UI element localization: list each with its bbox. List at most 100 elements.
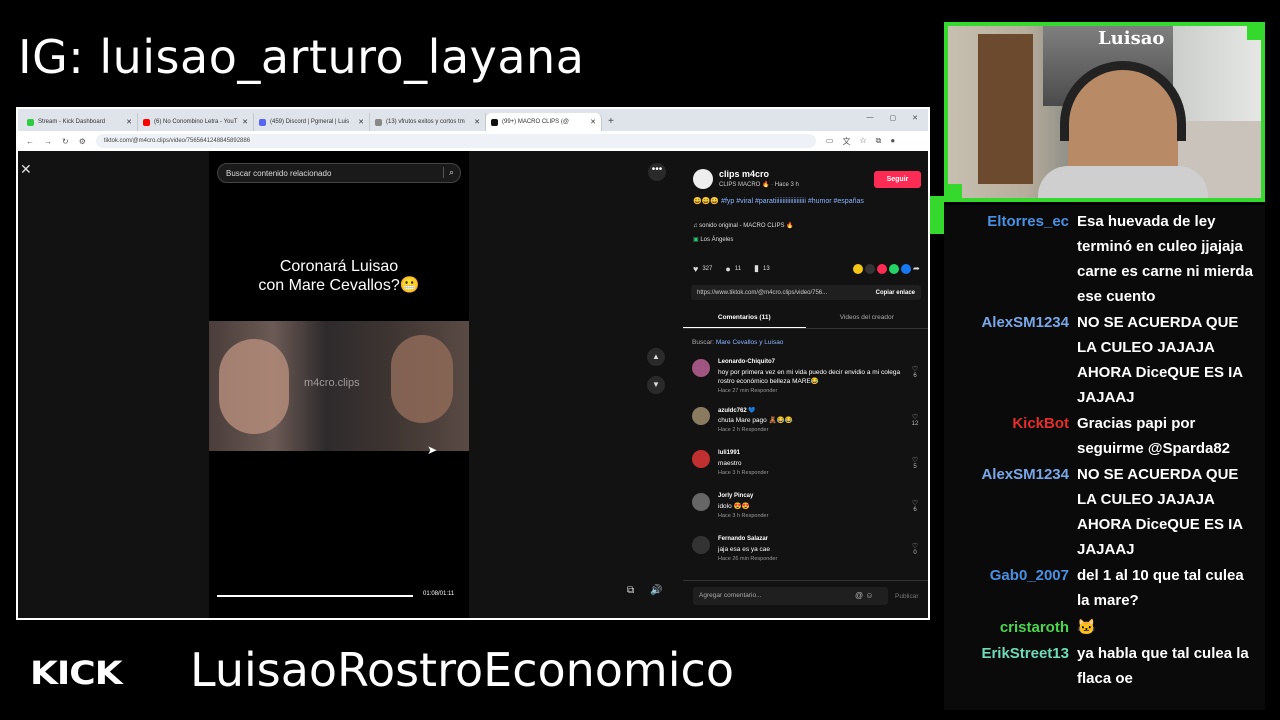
frame-corner	[948, 184, 962, 198]
commenter-avatar[interactable]	[692, 359, 710, 377]
frame-corner	[1247, 26, 1261, 40]
chat-text: Esa huevada de ley terminó en culeo jjaj…	[1077, 213, 1253, 305]
copy-link-button[interactable]: Copiar enlace	[876, 290, 921, 296]
close-tab-icon[interactable]: ✕	[474, 118, 480, 126]
comment-meta[interactable]: Hace 3 h Responder	[718, 513, 768, 519]
chat-username[interactable]: ErikStreet13	[981, 641, 1069, 666]
facebook-share-icon[interactable]	[901, 263, 911, 274]
translate-icon[interactable]: 文	[842, 136, 850, 147]
poster-lettering: Luisao	[1098, 28, 1165, 49]
whatsapp-share-icon[interactable]	[889, 263, 899, 274]
extensions-icon[interactable]: ⧉	[876, 136, 882, 147]
follow-button[interactable]: Seguir	[874, 171, 921, 188]
embed-icon[interactable]	[865, 263, 875, 274]
url-field[interactable]: tiktok.com/@m4cro.clips/video/7565641248…	[95, 134, 816, 148]
browser-tab-other[interactable]: (13) vfrutos exitos y cortos tm ✕	[370, 113, 486, 131]
video-player[interactable]: Buscar contenido relacionado ⌕ Coronará …	[209, 151, 469, 618]
comment-button[interactable]: ● 11	[725, 264, 741, 274]
comment-like[interactable]: ♡ 6	[910, 499, 920, 513]
video-time: 01:08/01:11	[423, 591, 455, 597]
forward-arrow-icon[interactable]: →	[44, 137, 52, 146]
save-button[interactable]: ▮ 13	[754, 263, 770, 274]
publish-button[interactable]: Publicar	[895, 593, 918, 600]
chat-username[interactable]: AlexSM1234	[981, 310, 1069, 335]
comment-user[interactable]: Fernando Salazar	[718, 536, 768, 542]
browser-tab-youtube[interactable]: (6) No Conombino Letra - YouT ✕	[138, 113, 254, 131]
previous-video-icon[interactable]: ▲	[647, 348, 665, 366]
like-button[interactable]: ♥ 327	[693, 264, 712, 274]
kick-favicon-icon	[27, 118, 34, 126]
chat-text: NO SE ACUERDA QUE LA CULEO JAJAJA AHORA …	[1077, 466, 1243, 558]
chat-panel: Eltorres_ec Esa huevada de ley terminó e…	[944, 205, 1265, 710]
heart-icon: ♥	[693, 263, 699, 274]
close-video-icon[interactable]: ✕	[20, 161, 32, 178]
next-video-icon[interactable]: ▼	[647, 376, 665, 394]
comment-meta[interactable]: Hace 3 h Responder	[718, 470, 768, 476]
author-name[interactable]: clips m4cro	[719, 169, 769, 179]
site-info-icon[interactable]: ⚙	[79, 137, 86, 146]
close-tab-icon[interactable]: ✕	[358, 118, 364, 126]
volume-icon[interactable]: 🔊	[650, 585, 662, 596]
commenter-avatar[interactable]	[692, 407, 710, 425]
pip-icon[interactable]: ⧉	[627, 585, 634, 596]
chat-username[interactable]: AlexSM1234	[981, 462, 1069, 487]
close-tab-icon[interactable]: ✕	[126, 118, 132, 126]
browser-tab-kick[interactable]: Stream - Kick Dashboard ✕	[22, 113, 138, 131]
search-icon[interactable]: ⌕	[442, 167, 454, 178]
reload-icon[interactable]: ↻	[62, 137, 69, 146]
commenter-avatar[interactable]	[692, 493, 710, 511]
comment-meta[interactable]: Hace 2 h Responder	[718, 427, 768, 433]
browser-tab-discord[interactable]: (459) Discord | Pgmeral | Luis ✕	[254, 113, 370, 131]
bookmark-star-icon[interactable]: ☆	[859, 136, 866, 147]
comment-icon: ●	[725, 263, 731, 274]
comment-item: Fernando Salazar jaja esa es ya cae Hace…	[692, 534, 924, 577]
chat-username[interactable]: Eltorres_ec	[987, 209, 1069, 234]
comment-text: idolo 😍😍	[718, 503, 750, 510]
chat-username[interactable]: KickBot	[1012, 411, 1069, 436]
instagram-handle: IG: luisao_arturo_layana	[18, 30, 585, 84]
comment-user[interactable]: Jorly Pincay	[718, 493, 753, 499]
add-comment-bar: Agregar comentario... @ ☺ Publicar	[683, 580, 928, 618]
search-suggestion[interactable]: Buscar: Mare Cevallos y Luisao	[692, 339, 783, 346]
minimize-icon[interactable]: —	[867, 114, 874, 122]
comment-like[interactable]: ♡ 6	[910, 365, 920, 379]
sound-link[interactable]: ♫ sonido original - MACRO CLIPS 🔥	[693, 222, 794, 229]
close-window-icon[interactable]: ✕	[912, 114, 918, 122]
comment-text: hoy por primera vez en mi vida puedo dec…	[718, 369, 901, 385]
more-options-icon[interactable]: •••	[648, 163, 666, 181]
address-bar-icons: ▭ 文 ☆ ⧉ ●	[826, 136, 895, 147]
share-arrow-icon[interactable]: ➦	[913, 263, 923, 274]
details-panel: clips m4cro CLIPS MACRO 🔥 · Hace 3 h Seg…	[683, 151, 929, 618]
maximize-icon[interactable]: ▢	[890, 114, 897, 122]
related-search-input[interactable]: Buscar contenido relacionado ⌕	[217, 163, 461, 183]
commenter-avatar[interactable]	[692, 536, 710, 554]
tab-comments[interactable]: Comentarios (11)	[683, 309, 806, 328]
profile-icon[interactable]: ●	[890, 136, 895, 147]
browser-tab-tiktok[interactable]: (99+) MACRO CLIPS (@ ✕	[486, 113, 602, 131]
back-arrow-icon[interactable]: ←	[26, 137, 34, 146]
location-tag[interactable]: ▣ Los Ángeles	[693, 236, 733, 243]
comment-meta[interactable]: Hace 26 min Responder	[718, 556, 777, 562]
author-avatar[interactable]	[693, 169, 713, 189]
comment-user[interactable]: Leonardo-Chiquito7	[718, 359, 775, 365]
close-tab-icon[interactable]: ✕	[590, 118, 596, 126]
cast-icon[interactable]: ▭	[826, 136, 834, 147]
comment-user[interactable]: luli1991	[718, 450, 740, 456]
comment-like[interactable]: ♡ 12	[910, 413, 920, 427]
commenter-avatar[interactable]	[692, 450, 710, 468]
comment-user[interactable]: azuldc762 💙	[718, 407, 756, 414]
chat-username[interactable]: Gab0_2007	[990, 563, 1069, 588]
person-right	[391, 335, 453, 423]
comment-meta[interactable]: Hace 27 min Responder	[718, 388, 777, 394]
new-tab-button[interactable]: +	[602, 113, 620, 131]
comment-like[interactable]: ♡ 5	[910, 456, 920, 470]
close-tab-icon[interactable]: ✕	[242, 118, 248, 126]
emoji-share-icon[interactable]	[853, 263, 863, 274]
video-progress-bar[interactable]	[217, 595, 413, 597]
comment-like[interactable]: ♡ 0	[910, 542, 920, 556]
mention-emoji-icon[interactable]: @ ☺	[855, 591, 874, 600]
pinterest-share-icon[interactable]	[877, 263, 887, 274]
chat-username[interactable]: cristaroth	[1000, 615, 1069, 640]
tab-creator-videos[interactable]: Videos del creador	[806, 309, 929, 328]
video-link-field[interactable]: https://www.tiktok.com/@m4cro.clips/vide…	[691, 285, 921, 300]
